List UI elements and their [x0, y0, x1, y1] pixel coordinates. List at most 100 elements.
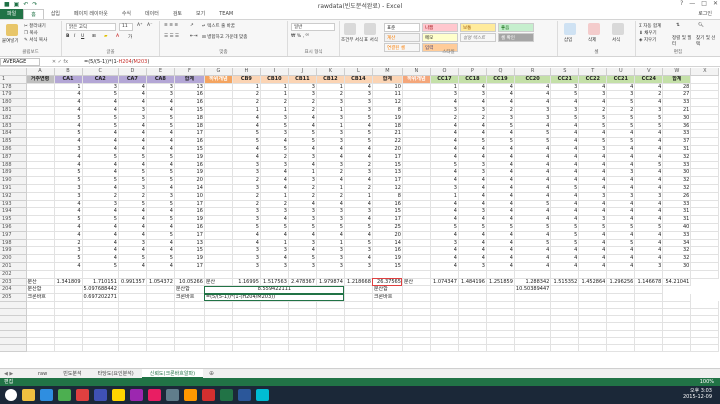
cell[interactable]: 13	[174, 83, 205, 92]
cell[interactable]: 4	[606, 176, 636, 185]
cell[interactable]: 4	[430, 262, 459, 271]
cell[interactable]	[204, 200, 233, 209]
cell[interactable]: 4	[54, 207, 83, 217]
cell[interactable]: 5	[458, 137, 487, 146]
cell[interactable]: 4	[606, 161, 636, 170]
row-header[interactable]	[0, 322, 27, 331]
cell[interactable]	[26, 254, 55, 263]
header-cell[interactable]: CC18	[458, 75, 487, 84]
cell[interactable]: 4	[118, 246, 147, 256]
style-normal[interactable]: 표준	[384, 23, 420, 32]
column-header[interactable]: N	[402, 68, 431, 76]
cell[interactable]	[458, 301, 487, 310]
cell[interactable]	[174, 344, 205, 353]
cell[interactable]: 5	[260, 122, 289, 131]
variance-value[interactable]: 10.05266	[174, 278, 205, 287]
cell[interactable]: 5	[606, 223, 636, 232]
cell[interactable]: 2	[344, 184, 373, 193]
cell[interactable]: 31	[662, 207, 692, 217]
cell[interactable]	[578, 285, 608, 295]
cell[interactable]	[690, 98, 720, 107]
header-cell[interactable]: CC21	[606, 75, 636, 84]
app-icon-orange[interactable]	[184, 389, 197, 401]
cell[interactable]: 4	[634, 176, 664, 185]
worksheet-table[interactable]: A B C D E F G H I J K L M N O P Q R S T U V W X 1 거주연령 CA1 CA2 CA7 CA…	[0, 68, 720, 353]
conditional-format-button[interactable]: 조건부 서식	[341, 37, 363, 43]
cell[interactable]: 3	[316, 246, 345, 256]
cell[interactable]: 3	[118, 184, 147, 193]
cell[interactable]	[26, 223, 55, 232]
cell[interactable]: 3	[316, 262, 345, 271]
cell[interactable]: 4	[514, 90, 552, 100]
format-cells-icon[interactable]	[612, 23, 624, 35]
cell[interactable]	[146, 301, 175, 310]
format-cells-button[interactable]: 서식	[612, 37, 620, 43]
cell[interactable]: 2	[232, 98, 261, 107]
cell[interactable]	[26, 322, 55, 331]
row-header[interactable]	[0, 330, 27, 338]
cell[interactable]: 3	[458, 262, 487, 271]
cell[interactable]	[402, 315, 431, 324]
row-header[interactable]: 183	[0, 122, 27, 131]
cell[interactable]	[402, 330, 431, 338]
cell[interactable]: 30	[662, 114, 692, 123]
cell[interactable]	[146, 270, 175, 279]
row-header[interactable]	[0, 301, 27, 310]
cell[interactable]: 4	[54, 262, 83, 271]
cell[interactable]	[204, 301, 233, 310]
cell[interactable]: 4	[82, 106, 119, 115]
cell[interactable]	[606, 315, 636, 324]
cell[interactable]	[550, 301, 580, 310]
cell[interactable]: 4	[514, 168, 552, 178]
cell[interactable]: 5	[82, 122, 119, 131]
cell[interactable]: 16	[174, 223, 205, 232]
cell[interactable]: 4	[316, 231, 345, 240]
cell[interactable]	[26, 153, 55, 162]
ie-icon[interactable]	[40, 389, 53, 401]
cell[interactable]	[204, 106, 233, 115]
cell[interactable]: 4	[550, 207, 580, 217]
cell[interactable]: 5	[344, 223, 373, 232]
cell[interactable]: 4	[486, 145, 515, 154]
cell[interactable]: 2	[634, 90, 664, 100]
row-header[interactable]: 192	[0, 192, 27, 201]
cell[interactable]: 3	[344, 168, 373, 178]
cell[interactable]	[260, 337, 289, 346]
cell[interactable]	[690, 262, 720, 271]
row-header[interactable]: 191	[0, 184, 27, 193]
cell[interactable]: 3	[232, 254, 261, 263]
cell[interactable]: 12	[372, 184, 403, 193]
cell[interactable]: 2	[288, 192, 317, 201]
cell[interactable]: 1	[260, 90, 289, 100]
cell[interactable]	[316, 322, 345, 331]
cell[interactable]: 4	[118, 129, 147, 139]
cell[interactable]	[204, 254, 233, 263]
cell[interactable]	[372, 337, 403, 346]
cell[interactable]: 4	[232, 239, 261, 248]
header-cell[interactable]: 거주연령	[26, 75, 55, 84]
cell[interactable]	[550, 344, 580, 353]
style-calc[interactable]: 계산	[384, 33, 420, 42]
cell[interactable]	[26, 168, 55, 178]
cell[interactable]: 4	[486, 200, 515, 209]
cell[interactable]: 4	[514, 207, 552, 217]
cell[interactable]: 4	[486, 246, 515, 256]
cell[interactable]: 4	[514, 184, 552, 193]
cell[interactable]	[232, 344, 261, 353]
cell[interactable]: 2	[54, 239, 83, 248]
variance-value[interactable]: 54.21041	[662, 278, 692, 287]
orientation-icon[interactable]: ↗	[190, 23, 194, 28]
cell[interactable]: 4	[344, 200, 373, 209]
cell[interactable]: 1	[260, 239, 289, 248]
cell[interactable]	[550, 285, 580, 295]
insert-cells-icon[interactable]	[564, 23, 576, 35]
cell[interactable]: 3	[606, 90, 636, 100]
cell[interactable]: 4	[458, 192, 487, 201]
cell[interactable]: 3	[232, 161, 261, 170]
cell[interactable]	[402, 270, 431, 279]
cell[interactable]: 3	[288, 215, 317, 224]
column-header[interactable]: V	[634, 68, 664, 76]
cell[interactable]: 3	[430, 106, 459, 115]
cell[interactable]: 22	[372, 137, 403, 146]
cell[interactable]: 4	[486, 153, 515, 162]
